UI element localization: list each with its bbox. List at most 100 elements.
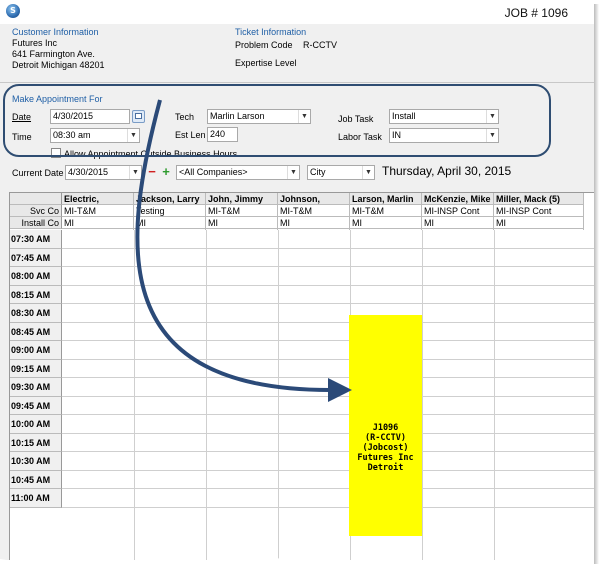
chevron-down-icon[interactable]: ▼ — [287, 166, 299, 179]
customer-info-heading: Customer Information — [12, 27, 99, 37]
column-divider — [134, 230, 135, 560]
tech-install-co: MI — [134, 217, 205, 229]
appointment-job-number: J1096 — [372, 423, 399, 433]
time-slot-label: 09:45 AM — [10, 396, 62, 415]
tech-install-co: MI — [422, 217, 493, 229]
tech-name: Larson, Marlin — [350, 193, 421, 205]
time-slot-label: 11:00 AM — [10, 489, 62, 508]
tech-name: Electric, — [62, 193, 133, 205]
tech-column-header[interactable]: Electric, MI-T&M MI — [62, 193, 134, 230]
time-slot-row[interactable] — [62, 266, 594, 267]
appointment-problem-code: (R-CCTV) — [365, 433, 406, 443]
time-slot-row[interactable] — [62, 303, 594, 304]
companies-select-value: <All Companies> — [179, 167, 248, 177]
time-slot-row[interactable] — [62, 506, 594, 508]
appointment-block[interactable]: J1096 (R-CCTV) (Jobcost) Futures Inc Det… — [349, 315, 422, 536]
next-day-button[interactable]: + — [160, 164, 172, 179]
tech-name: McKenzie, Mike — [422, 193, 493, 205]
tech-column-header[interactable]: John, Jimmy MI-T&M MI — [206, 193, 278, 230]
tech-install-co: MI — [206, 217, 277, 229]
column-divider — [422, 230, 423, 560]
time-slot-label: 09:30 AM — [10, 378, 62, 397]
companies-select[interactable]: <All Companies> ▼ — [176, 165, 300, 180]
appointment-callout-outline — [3, 84, 551, 157]
current-date-label: Current Date — [12, 168, 64, 178]
tech-install-co: MI — [278, 217, 349, 229]
tech-column-header[interactable]: Jackson, Larry Testing MI — [134, 193, 206, 230]
previous-day-button[interactable]: − — [146, 164, 158, 179]
window-shadow-right — [594, 4, 599, 564]
customer-address-2: Detroit Michigan 48201 — [12, 60, 105, 70]
time-slot-row[interactable] — [62, 247, 594, 249]
ticket-info-heading: Ticket Information — [235, 27, 307, 37]
time-slot-row[interactable] — [62, 432, 594, 434]
svc-co-row-label: Svc Co — [10, 205, 62, 217]
schedule-date-heading: Thursday, April 30, 2015 — [382, 164, 512, 178]
section-divider — [0, 82, 594, 83]
time-slot-row[interactable] — [62, 284, 594, 286]
column-divider — [494, 230, 495, 560]
tech-column-header[interactable]: Johnson, MI-T&M MI — [278, 193, 350, 230]
time-slot-row[interactable] — [62, 340, 594, 341]
tech-column-header[interactable]: McKenzie, Mike MI-INSP Cont MI — [422, 193, 494, 230]
time-slot-row[interactable] — [62, 358, 594, 360]
chevron-down-icon[interactable]: ▼ — [129, 166, 141, 179]
column-divider — [206, 230, 207, 560]
time-slot-label: 09:15 AM — [10, 359, 62, 378]
schedule-window: S JOB # 1096 Customer Information Future… — [0, 0, 594, 560]
plus-icon: + — [162, 164, 170, 179]
time-slot-label: 08:30 AM — [10, 304, 62, 323]
time-slot-label: 08:45 AM — [10, 322, 62, 341]
app-logo-icon: S — [6, 4, 20, 18]
time-slot-label: 07:45 AM — [10, 248, 62, 267]
title-bar: S JOB # 1096 — [0, 0, 594, 24]
time-slot-row[interactable] — [62, 414, 594, 415]
minus-icon: − — [148, 164, 156, 179]
tech-svc-co: MI-T&M — [350, 205, 421, 217]
grid-header: Svc Co Install Co Electric, MI-T&M MI Ja… — [10, 193, 594, 230]
time-slot-label: 10:00 AM — [10, 415, 62, 434]
time-slot-row[interactable] — [62, 321, 594, 323]
window-title: JOB # 1096 — [504, 6, 568, 20]
problem-code-value: R-CCTV — [303, 40, 337, 50]
time-slot-row[interactable] — [62, 377, 594, 378]
time-slot-label: 09:00 AM — [10, 341, 62, 360]
tech-column-header[interactable]: Miller, Mack (5) MI-INSP Cont MI — [494, 193, 584, 230]
appointment-type: (Jobcost) — [362, 443, 409, 453]
time-slot-label: 10:45 AM — [10, 470, 62, 489]
tech-svc-co: Testing — [134, 205, 205, 217]
time-slot-row[interactable] — [62, 395, 594, 397]
time-slot-label: 10:15 AM — [10, 433, 62, 452]
customer-address-1: 641 Farmington Ave. — [12, 49, 95, 59]
torn-edge-decoration — [0, 558, 594, 569]
tech-svc-co: MI-T&M — [206, 205, 277, 217]
chevron-down-icon[interactable]: ▼ — [362, 166, 374, 179]
tech-svc-co: MI-INSP Cont — [494, 205, 583, 217]
tech-install-co: MI — [494, 217, 583, 229]
time-slot-row[interactable] — [62, 469, 594, 471]
time-slot-row[interactable] — [62, 488, 594, 489]
header-corner — [10, 193, 62, 205]
time-slot-label: 10:30 AM — [10, 452, 62, 471]
tech-column-header[interactable]: Larson, Marlin MI-T&M MI — [350, 193, 422, 230]
tech-svc-co: MI-T&M — [278, 205, 349, 217]
city-select[interactable]: City ▼ — [307, 165, 375, 180]
appointment-customer: Futures Inc — [357, 453, 414, 463]
tech-svc-co: MI-T&M — [62, 205, 133, 217]
tech-svc-co: MI-INSP Cont — [422, 205, 493, 217]
problem-code-label: Problem Code — [235, 40, 293, 50]
time-slot-row[interactable] — [62, 451, 594, 452]
current-date-value: 4/30/2015 — [68, 167, 109, 177]
current-date-picker[interactable]: 4/30/2015 ▼ — [65, 165, 142, 180]
time-slot-label: 08:15 AM — [10, 285, 62, 304]
city-select-value: City — [310, 167, 326, 177]
expertise-level-label: Expertise Level — [235, 58, 297, 68]
install-co-row-label: Install Co — [10, 217, 62, 229]
schedule-grid: Svc Co Install Co Electric, MI-T&M MI Ja… — [9, 192, 594, 560]
tech-name: Johnson, — [278, 193, 349, 205]
tech-name: John, Jimmy — [206, 193, 277, 205]
customer-name: Futures Inc — [12, 38, 58, 48]
tech-name: Miller, Mack (5) — [494, 193, 583, 205]
column-divider — [278, 230, 279, 560]
tech-name: Jackson, Larry — [134, 193, 205, 205]
